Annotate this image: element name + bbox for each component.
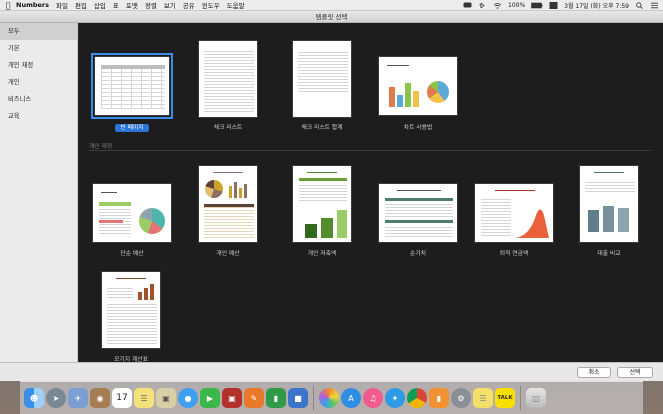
menu-edit[interactable]: 편집 <box>75 0 87 10</box>
menu-insert[interactable]: 삽입 <box>94 0 106 10</box>
trash-icon[interactable]: ◫ <box>526 388 546 408</box>
template-personal-savings[interactable] <box>292 165 352 243</box>
template-simple-budget[interactable] <box>92 183 172 243</box>
template-retirement-savings[interactable] <box>474 183 554 243</box>
sidebar-item-personal-finance[interactable]: 개인 재정 <box>0 57 77 74</box>
app-store-icon[interactable]: A <box>341 388 361 408</box>
menu-view[interactable]: 보기 <box>164 0 176 10</box>
calendar-day: 17 <box>116 393 128 403</box>
messages-icon[interactable]: ● <box>178 388 198 408</box>
wifi-icon[interactable] <box>493 2 502 9</box>
stickies-icon[interactable]: ☰ <box>473 388 493 408</box>
template-chooser-window: 템플릿 선택 모두 기본 개인 재정 개인 비즈니스 교육 빈 페이지 체크 리… <box>0 11 663 381</box>
template-caption-charting-basics: 차트 사용법 <box>403 125 433 131</box>
sidebar-item-personal[interactable]: 개인 <box>0 74 77 91</box>
chrome-icon[interactable] <box>407 388 427 408</box>
section-divider <box>89 150 651 151</box>
section-title-personal-finance: 개인 재정 <box>89 144 113 150</box>
menu-bar:  Numbers 파일 편집 삽입 표 포맷 정렬 보기 공유 윈도우 도움말… <box>0 0 663 11</box>
menu-clock[interactable]: 3월 17일 (화) 오후 7:59 <box>564 1 629 10</box>
kakaotalk-label: TALK <box>497 395 513 401</box>
keynote-icon[interactable]: ■ <box>288 388 308 408</box>
app-menu[interactable]: Numbers <box>16 1 49 9</box>
pages-icon[interactable]: ✎ <box>244 388 264 408</box>
itunes-icon[interactable]: ♫ <box>363 388 383 408</box>
template-caption-personal-savings: 개인 저축액 <box>307 251 337 257</box>
numbers-icon[interactable]: ▮ <box>266 388 286 408</box>
menu-table[interactable]: 표 <box>113 0 119 10</box>
system-preferences-icon[interactable]: ⚙ <box>451 388 471 408</box>
notes-icon[interactable]: ☰ <box>134 388 154 408</box>
menu-share[interactable]: 공유 <box>183 0 195 10</box>
template-personal-budget[interactable] <box>198 165 258 243</box>
template-caption-checklist-total: 체크 리스트 합계 <box>301 125 343 131</box>
template-gallery: 빈 페이지 체크 리스트 체크 리스트 합계 차트 사용법 개인 재정 단순 예… <box>77 23 663 363</box>
contacts-icon[interactable]: ◉ <box>90 388 110 408</box>
template-caption-blank: 빈 페이지 <box>115 124 149 132</box>
input-source-icon[interactable] <box>549 2 558 9</box>
photos-icon[interactable] <box>319 388 339 408</box>
menu-format[interactable]: 포맷 <box>126 0 138 10</box>
notification-center-icon[interactable] <box>650 2 659 9</box>
template-net-worth[interactable] <box>378 183 458 243</box>
template-checklist[interactable] <box>198 40 258 118</box>
category-sidebar: 모두 기본 개인 재정 개인 비즈니스 교육 <box>0 23 78 362</box>
template-loan-comparison[interactable] <box>579 165 639 243</box>
template-mortgage-calculator[interactable] <box>101 271 161 349</box>
bluetooth-icon[interactable] <box>478 2 487 9</box>
template-caption-loan-comparison: 대출 비교 <box>597 251 621 257</box>
launchpad-icon[interactable]: ➤ <box>46 388 66 408</box>
template-checklist-total[interactable] <box>292 40 352 118</box>
template-caption-simple-budget: 단순 예산 <box>120 251 144 257</box>
dock-separator <box>313 386 314 410</box>
apple-menu-icon[interactable]:  <box>0 0 16 11</box>
safari-icon[interactable]: ✦ <box>385 388 405 408</box>
facetime-icon[interactable]: ▶ <box>200 388 220 408</box>
template-caption: 빈 페이지 <box>77 122 187 132</box>
kakaotalk-icon[interactable]: TALK <box>495 388 515 408</box>
preview-icon[interactable]: ▣ <box>156 388 176 408</box>
photo-icon[interactable]: ✈ <box>68 388 88 408</box>
dock-separator <box>520 386 521 410</box>
search-icon[interactable] <box>635 2 644 9</box>
battery-percent: 100% <box>508 2 526 9</box>
window-title: 템플릿 선택 <box>0 11 663 23</box>
finder-icon[interactable]: ☻ <box>24 388 44 408</box>
calendar-icon[interactable]: 17 <box>112 388 132 408</box>
template-caption-net-worth: 순가치 <box>410 251 426 257</box>
battery-icon[interactable] <box>531 2 543 9</box>
window-footer: 취소 선택 <box>0 362 663 381</box>
template-charting-basics[interactable] <box>378 56 458 116</box>
menu-help[interactable]: 도움말 <box>227 0 245 10</box>
sidebar-item-education[interactable]: 교육 <box>0 108 77 125</box>
menu-file[interactable]: 파일 <box>56 0 68 10</box>
menu-window[interactable]: 윈도우 <box>202 0 220 10</box>
cancel-button[interactable]: 취소 <box>577 367 611 378</box>
photo-booth-icon[interactable]: ▣ <box>222 388 242 408</box>
template-blank[interactable] <box>91 53 173 119</box>
menu-arrange[interactable]: 정렬 <box>145 0 157 10</box>
sidebar-item-all[interactable]: 모두 <box>0 23 77 40</box>
messages-status-icon[interactable] <box>463 2 472 9</box>
template-caption-retirement-savings: 퇴직 연금액 <box>499 251 529 257</box>
desktop:  Numbers 파일 편집 삽입 표 포맷 정렬 보기 공유 윈도우 도움말… <box>0 0 663 414</box>
sidebar-item-business[interactable]: 비즈니스 <box>0 91 77 108</box>
choose-button[interactable]: 선택 <box>617 367 653 378</box>
ibooks-icon[interactable]: ▮ <box>429 388 449 408</box>
dock: ☻ ➤ ✈ ◉ 17 ☰ ▣ ● ▶ ▣ ✎ ▮ ■ A ♫ ✦ ▮ ⚙ ☰ T… <box>20 381 643 414</box>
sidebar-item-basic[interactable]: 기본 <box>0 40 77 57</box>
